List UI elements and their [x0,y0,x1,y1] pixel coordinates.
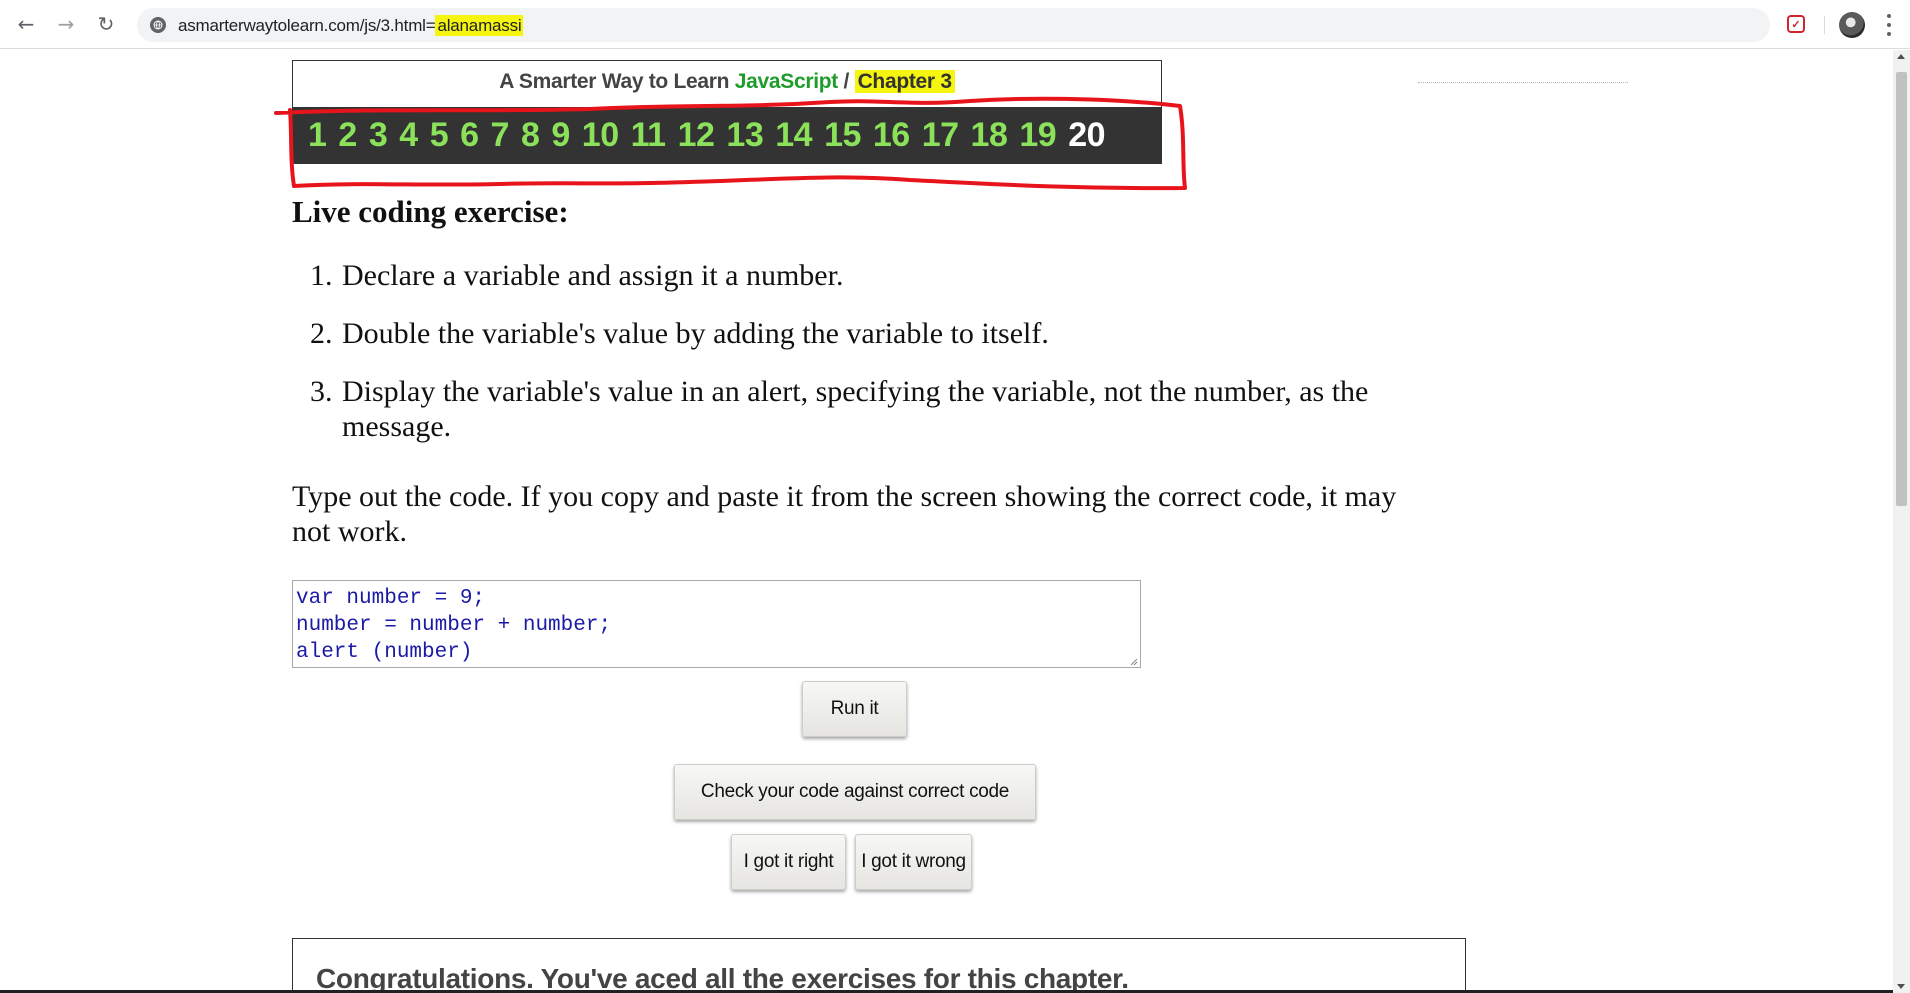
step-text: Declare a variable and assign it a numbe… [342,259,844,292]
brand-link[interactable]: JavaScript [735,70,839,93]
site-info-icon[interactable] [150,17,166,33]
url-text[interactable]: asmarterwaytolearn.com/js/3.html= alanama… [178,15,524,36]
exercise-step: 1. Declare a variable and assign it a num… [310,258,1410,293]
exercise-step: 3. Display the variable's value in an ale… [310,374,1410,444]
avatar-icon[interactable] [1839,12,1865,38]
congrats-message: Congratulations. You've aced all the exe… [316,963,1129,993]
chapter-link-9[interactable]: 9 [551,116,570,155]
chapter-link-20[interactable]: 20 [1068,116,1105,155]
chapter-link-15[interactable]: 15 [824,116,861,155]
chapter-link-17[interactable]: 17 [922,116,959,155]
header-title: A Smarter Way to Learn JavaScript / Chap… [293,70,1161,94]
step-number: 3. [310,375,333,408]
forward-arrow-icon[interactable]: → [52,10,80,38]
exercise-note: Type out the code. If you copy and paste… [292,480,1397,548]
chapter-link-5[interactable]: 5 [430,116,449,155]
toolbar-divider [1824,16,1825,34]
page-scrollbar[interactable] [1893,50,1910,993]
chapter-link-16[interactable]: 16 [873,116,910,155]
chapter-link-19[interactable]: 19 [1019,116,1056,155]
chapter-link-3[interactable]: 3 [369,116,388,155]
chapter-link-12[interactable]: 12 [678,116,715,155]
chapter-nav: 1 2 3 4 5 6 7 8 9 10 11 12 13 14 15 16 17 18 19 20 [293,107,1161,164]
chapter-link-7[interactable]: 7 [491,116,510,155]
chapter-link-2[interactable]: 2 [338,116,357,155]
exercise-steps: 1. Declare a variable and assign it a num… [310,258,1410,467]
dotted-divider [1418,82,1628,83]
chapter-link-14[interactable]: 14 [775,116,812,155]
step-text: Double the variable's value by adding th… [342,317,1049,350]
chapter-link-18[interactable]: 18 [971,116,1008,155]
scroll-thumb[interactable] [1896,72,1907,506]
congrats-panel: Congratulations. You've aced all the exe… [292,938,1466,993]
exercise-heading: Live coding exercise: [292,194,569,229]
step-number: 2. [310,317,333,350]
browser-toolbar: ← → ↻ asmarterwaytolearn.com/js/3.html= a… [0,0,1910,49]
got-it-right-button[interactable]: I got it right [731,834,846,890]
scroll-down-icon[interactable] [1897,984,1905,989]
step-number: 1. [310,259,333,292]
scroll-up-icon[interactable] [1897,54,1905,59]
chapter-link-4[interactable]: 4 [399,116,418,155]
chapter-link-13[interactable]: 13 [726,116,763,155]
chapter-link-6[interactable]: 6 [460,116,479,155]
pocket-icon[interactable]: ✓ [1787,15,1805,33]
got-it-wrong-button[interactable]: I got it wrong [855,834,972,890]
chapter-label: Chapter 3 [854,70,955,93]
check-code-button[interactable]: Check your code against correct code [674,764,1036,820]
address-bar[interactable]: asmarterwaytolearn.com/js/3.html= alanama… [137,8,1770,42]
book-header: A Smarter Way to Learn JavaScript / Chap… [292,60,1162,164]
back-arrow-icon[interactable]: ← [12,10,40,38]
exercise-step: 2. Double the variable's value by adding … [310,316,1410,351]
run-button[interactable]: Run it [802,681,907,737]
code-editor[interactable]: var number = 9; number = number + number… [292,580,1141,668]
chapter-link-11[interactable]: 11 [631,116,666,155]
step-text: Display the variable's value in an alert… [342,375,1369,443]
reload-icon[interactable]: ↻ [92,10,120,38]
chapter-link-10[interactable]: 10 [582,116,619,155]
resize-handle-icon[interactable] [1128,656,1138,666]
menu-dots-icon[interactable] [1884,12,1894,38]
chapter-link-8[interactable]: 8 [521,116,540,155]
chapter-link-1[interactable]: 1 [308,116,327,155]
url-highlight: alanamassi [435,15,524,36]
